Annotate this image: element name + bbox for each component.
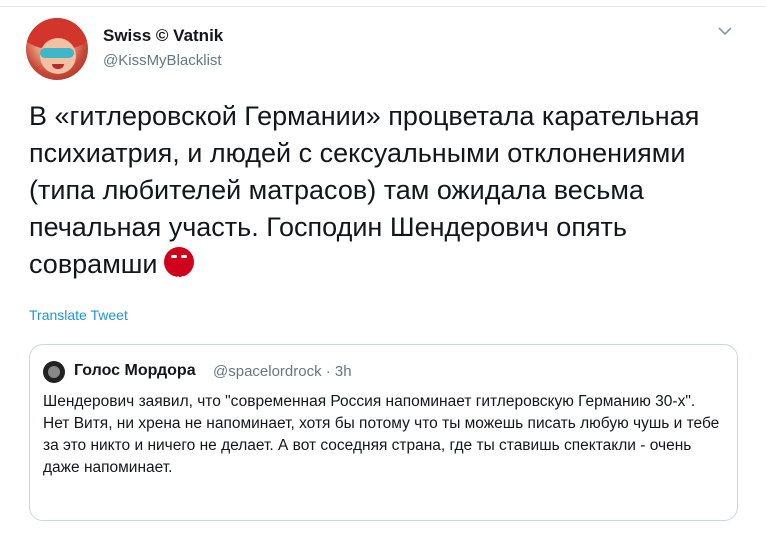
quoted-tweet-text: Шендерович заявил, что "современная Росс… <box>43 393 720 476</box>
quoted-tweet[interactable]: Голос Мордора @spacelordrock · 3h Шендер… <box>29 344 738 521</box>
tweet-body: В «гитлеровской Германии» процветала кар… <box>29 98 749 284</box>
tweet-text: В «гитлеровской Германии» процветала кар… <box>29 101 700 279</box>
chevron-down-icon[interactable] <box>718 26 732 36</box>
avatar-glasses <box>40 48 74 58</box>
emoji-symbols: #%!& <box>165 275 192 284</box>
tweet-card: Swiss © Vatnik @KissMyBlacklist В «гитле… <box>0 0 766 543</box>
author-handle[interactable]: @KissMyBlacklist <box>103 52 222 69</box>
author-name[interactable]: Swiss © Vatnik <box>103 26 223 46</box>
author-avatar[interactable] <box>26 18 88 80</box>
translate-tweet-link[interactable]: Translate Tweet <box>29 307 128 323</box>
face-with-symbols-on-mouth-icon: #%!& <box>163 247 194 284</box>
quoted-author-handle-time[interactable]: @spacelordrock · 3h <box>213 363 352 380</box>
quoted-author-avatar[interactable] <box>43 361 65 383</box>
quoted-author-name[interactable]: Голос Мордора <box>74 362 196 380</box>
divider <box>0 6 766 7</box>
